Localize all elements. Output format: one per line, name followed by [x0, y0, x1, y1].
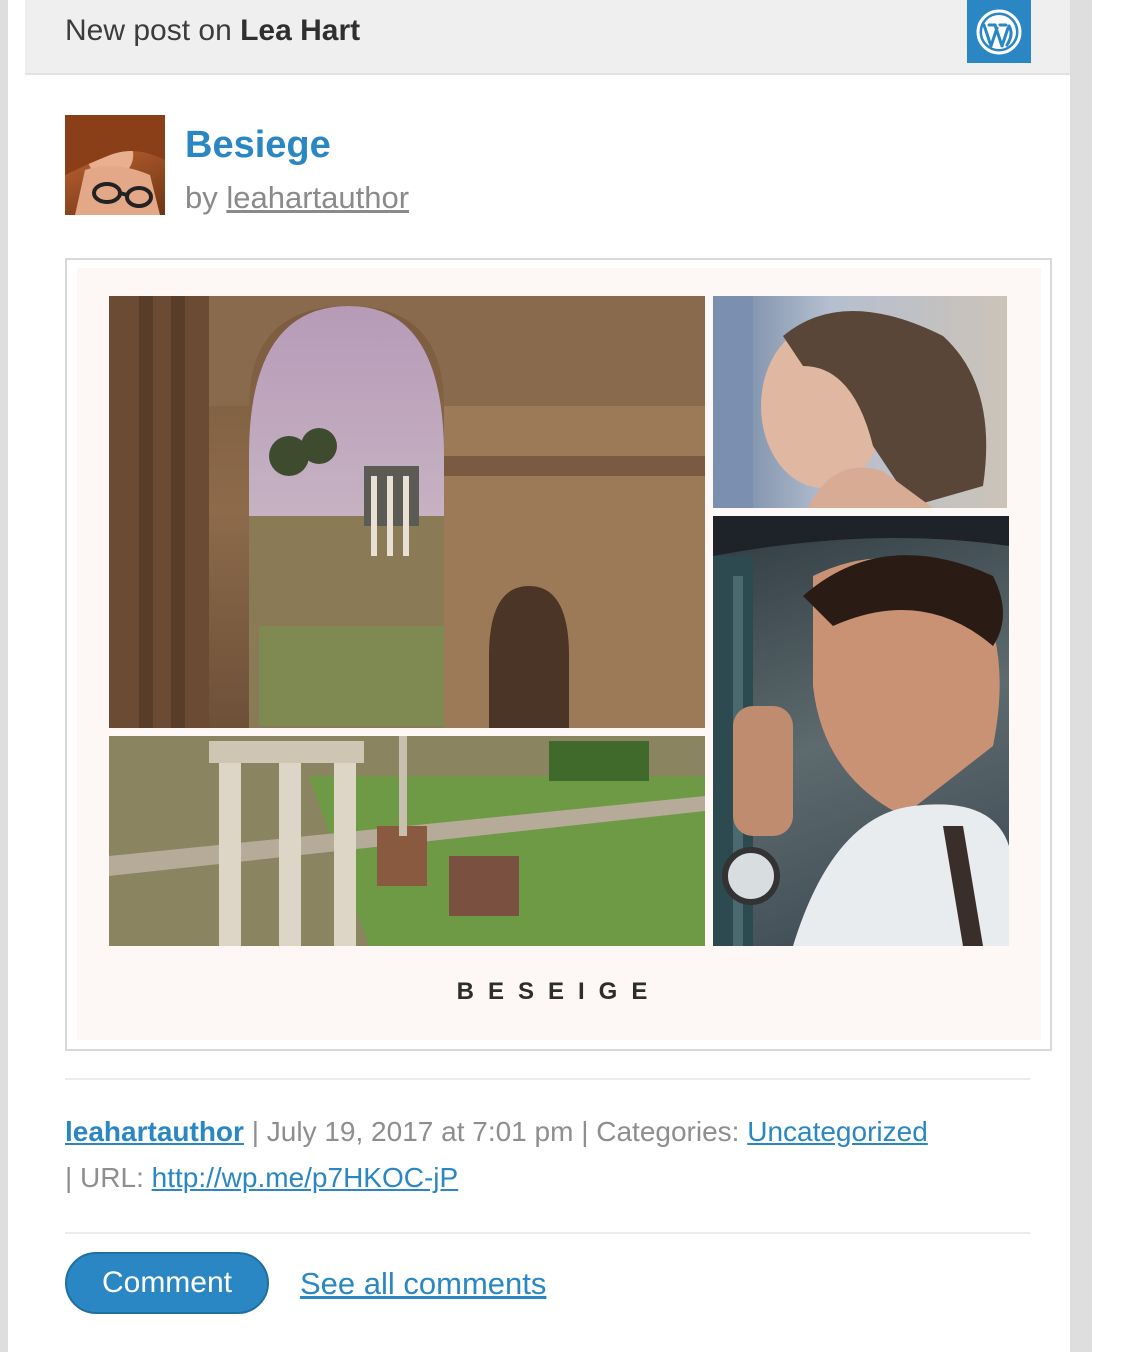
shortlink[interactable]: http://wp.me/p7HKOC-jP: [152, 1162, 459, 1193]
left-border: [0, 0, 8, 1352]
header-title: New post on Lea Hart: [65, 14, 360, 48]
woman-portrait-photo: [713, 296, 1007, 508]
man-portrait-photo: [713, 516, 1009, 946]
notification-header: New post on Lea Hart: [25, 0, 1070, 75]
author-avatar[interactable]: [65, 115, 165, 215]
post-meta-line-1: leahartauthor | July 19, 2017 at 7:01 pm…: [65, 1116, 928, 1148]
arch-photo: [109, 296, 705, 728]
url-label: | URL:: [65, 1162, 144, 1193]
meta-date: | July 19, 2017 at 7:01 pm | Categories:: [251, 1116, 740, 1147]
collage-caption: BESEIGE: [456, 978, 662, 1005]
post-title-link[interactable]: Besiege: [185, 124, 331, 167]
site-name: Lea Hart: [240, 14, 361, 47]
meta-author-link[interactable]: leahartauthor: [65, 1116, 244, 1147]
featured-image-frame[interactable]: BESEIGE: [65, 258, 1052, 1051]
right-border: [1070, 0, 1092, 1352]
author-link[interactable]: leahartauthor: [226, 180, 409, 215]
featured-image-collage: BESEIGE: [77, 268, 1041, 1040]
by-label: by: [185, 180, 218, 215]
header-prefix: New post on: [65, 14, 232, 47]
comment-button[interactable]: Comment: [65, 1252, 269, 1314]
post-meta-line-2: | URL: http://wp.me/p7HKOC-jP: [65, 1162, 458, 1194]
email-notification-card: New post on Lea Hart Besiege by leaharta…: [25, 0, 1070, 1352]
see-all-comments-link[interactable]: See all comments: [300, 1266, 546, 1302]
category-link[interactable]: Uncategorized: [747, 1116, 928, 1147]
post-byline: by leahartauthor: [185, 180, 409, 216]
wordpress-logo-icon[interactable]: [967, 0, 1031, 63]
forum-photo: [109, 736, 705, 946]
divider-bottom: [65, 1232, 1030, 1234]
divider-top: [65, 1078, 1030, 1080]
